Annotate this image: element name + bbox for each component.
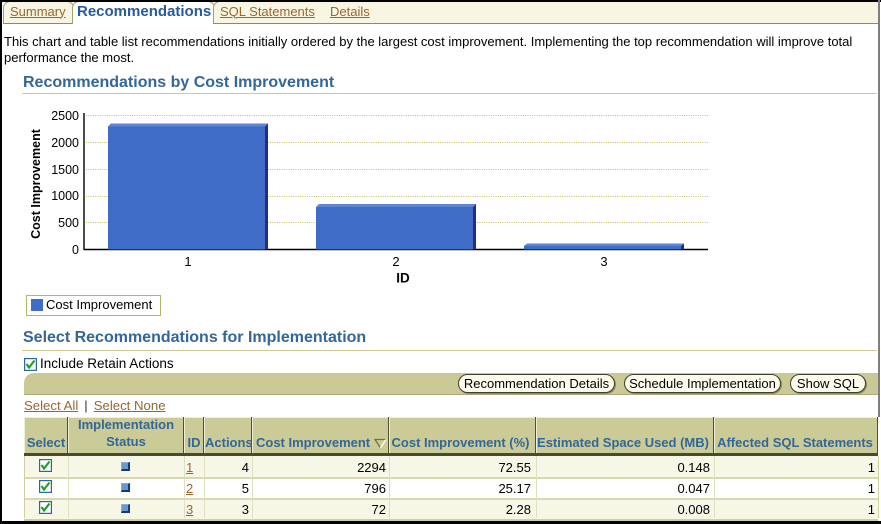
svg-text:500: 500 <box>58 216 79 230</box>
svg-text:Cost Improvement: Cost Improvement <box>29 128 43 239</box>
svg-text:0: 0 <box>72 243 79 257</box>
svg-text:2500: 2500 <box>51 109 79 123</box>
svg-text:2000: 2000 <box>51 136 79 150</box>
svg-text:1000: 1000 <box>51 189 79 203</box>
svg-text:1500: 1500 <box>51 163 79 177</box>
svg-text:1: 1 <box>184 254 191 269</box>
svg-text:3: 3 <box>600 254 607 269</box>
svg-text:2: 2 <box>392 254 399 269</box>
svg-text:ID: ID <box>396 271 410 286</box>
